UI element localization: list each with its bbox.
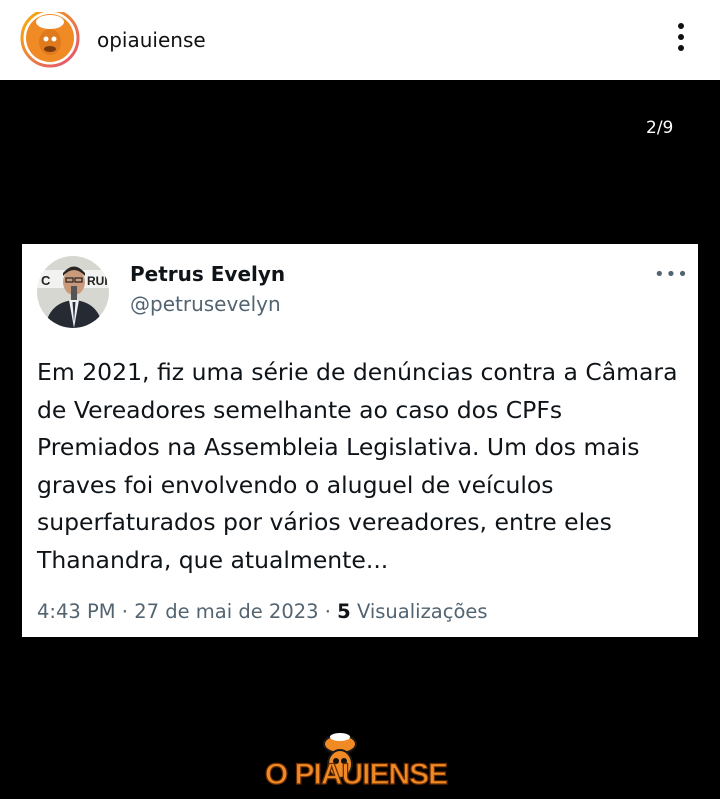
meta-separator: · bbox=[324, 600, 331, 623]
meta-separator: · bbox=[121, 600, 128, 623]
svg-text:O PIAUIENSE: O PIAUIENSE bbox=[265, 758, 447, 791]
tweet-text: Em 2021, fiz uma série de denúncias cont… bbox=[37, 358, 678, 574]
tweet-date: 27 de mai de 2023 bbox=[134, 600, 319, 623]
tweet-card: C RUI Petrus Evelyn @petrusevelyn ••• Em… bbox=[22, 244, 698, 637]
slide-counter: 2/9 bbox=[646, 118, 674, 138]
views-count: 5 bbox=[337, 600, 351, 623]
tweet-time: 4:43 PM bbox=[37, 600, 116, 623]
tweet-more-icon[interactable]: ••• bbox=[654, 264, 689, 285]
mascot-avatar-icon[interactable] bbox=[18, 8, 82, 68]
tweet-handle[interactable]: @petrusevelyn bbox=[130, 292, 281, 316]
post-header: opiauiense bbox=[0, 0, 720, 80]
vertical-dots-icon[interactable] bbox=[671, 20, 691, 54]
post-media: 2/9 C RUI Petrus Evelyn @petrusevelyn ••… bbox=[0, 80, 720, 795]
brand-logo: O PIAUIENSE bbox=[256, 730, 456, 795]
svg-text:RUI: RUI bbox=[87, 274, 108, 288]
username[interactable]: opiauiense bbox=[97, 28, 206, 52]
tweet-display-name[interactable]: Petrus Evelyn bbox=[130, 262, 285, 286]
tweet-author-avatar: C RUI bbox=[37, 256, 109, 328]
views-label: Visualizações bbox=[356, 600, 488, 623]
tweet-meta: 4:43 PM · 27 de mai de 2023 · 5 Visualiz… bbox=[37, 600, 488, 623]
svg-text:C: C bbox=[41, 273, 51, 288]
